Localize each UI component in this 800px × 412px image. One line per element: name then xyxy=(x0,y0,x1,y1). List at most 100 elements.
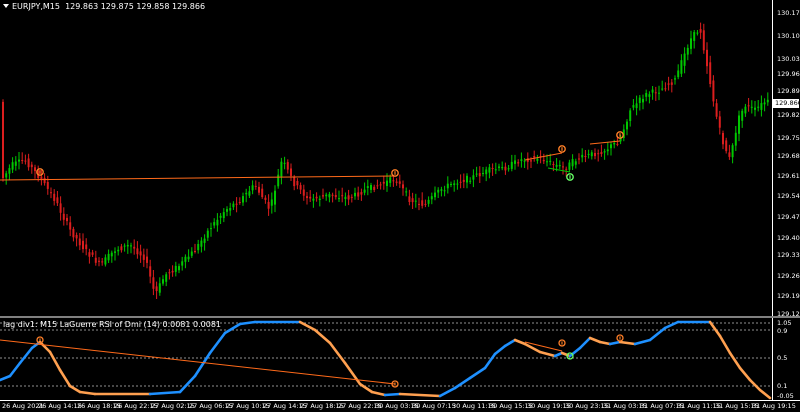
candle-body xyxy=(235,203,238,205)
chart-ohlc: 129.863 129.875 129.858 129.866 xyxy=(65,2,206,11)
candle-body xyxy=(661,88,664,90)
price-chart-pane[interactable]: EURJPY,M15 129.863 129.875 129.858 129.8… xyxy=(0,0,772,316)
candle-body xyxy=(373,186,376,190)
indicator-axis[interactable]: 1.05 0.9 0.5 0.1 -0.05 xyxy=(772,318,800,400)
candle-body xyxy=(466,175,468,183)
candle-body xyxy=(558,165,561,167)
candle-body xyxy=(75,235,78,239)
rsi-segment xyxy=(313,328,332,345)
candle-body xyxy=(53,193,56,201)
candle-body xyxy=(750,106,753,108)
indicator-pane[interactable]: lag div1: M15 LaGuerre RSI of Dmi (14) 0… xyxy=(0,318,772,400)
candle-body xyxy=(648,94,651,97)
candle-body xyxy=(482,173,484,174)
rsi-segment xyxy=(193,351,212,378)
candle-body xyxy=(219,215,222,218)
candle-body xyxy=(27,158,30,168)
candle-body xyxy=(14,161,17,166)
candle-body xyxy=(763,102,766,105)
candle-body xyxy=(555,164,558,167)
candle-body xyxy=(8,168,11,174)
candle-body xyxy=(597,153,600,155)
candle-body xyxy=(5,173,8,178)
candle-body xyxy=(414,200,417,202)
candle-body xyxy=(341,195,344,197)
candle-body xyxy=(315,196,318,199)
price-level: 129.475 xyxy=(777,213,800,221)
price-level: 130.105 xyxy=(777,32,800,40)
candlestick-chart[interactable] xyxy=(0,0,772,316)
candle-body xyxy=(437,189,440,193)
candle-body xyxy=(741,110,744,121)
candle-body xyxy=(251,185,254,191)
candle-body xyxy=(616,143,619,145)
candle-body xyxy=(126,245,129,247)
rsi-segment xyxy=(328,341,347,365)
rsi-segment xyxy=(0,374,12,382)
price-level: 130.035 xyxy=(777,55,800,63)
laguerre-rsi-chart[interactable] xyxy=(0,318,772,400)
candle-body xyxy=(347,195,350,200)
candle-body xyxy=(587,153,590,155)
candle-body xyxy=(386,180,388,186)
candle-body xyxy=(430,196,433,200)
candle-body xyxy=(242,196,244,203)
rsi-segment xyxy=(468,366,487,380)
candle-body xyxy=(638,97,641,103)
candle-body xyxy=(357,192,360,197)
candle-body xyxy=(405,191,408,193)
candle-body xyxy=(395,181,398,183)
rsi-segment xyxy=(728,351,742,370)
rsi-segment xyxy=(38,340,52,354)
rsi-segment xyxy=(178,374,197,394)
candle-body xyxy=(571,159,574,167)
candle-body xyxy=(462,179,465,182)
candle-body xyxy=(82,240,84,250)
dropdown-triangle-icon[interactable] xyxy=(3,4,9,8)
candle-body xyxy=(434,192,436,198)
candle-body xyxy=(133,246,136,249)
candle-body xyxy=(206,230,209,238)
rsi-segment xyxy=(493,344,507,356)
candle-body xyxy=(459,181,462,183)
candle-body xyxy=(178,266,180,271)
candle-body xyxy=(216,219,219,226)
candle-body xyxy=(760,103,763,110)
candle-body xyxy=(408,196,411,202)
candle-body xyxy=(562,166,564,168)
candle-body xyxy=(530,160,532,162)
candle-body xyxy=(149,266,152,277)
candle-body xyxy=(296,181,299,186)
candle-body xyxy=(670,82,673,85)
candle-body xyxy=(146,256,148,263)
current-price-tag: 129.866 xyxy=(773,99,800,108)
candle-body xyxy=(722,133,724,145)
rsi-segment xyxy=(370,390,387,397)
candle-body xyxy=(642,98,644,103)
rsi-segment xyxy=(238,320,257,326)
candle-body xyxy=(494,169,497,171)
candle-body xyxy=(382,181,385,184)
candle-body xyxy=(46,182,49,189)
candle-body xyxy=(658,92,660,94)
candle-body xyxy=(606,149,609,152)
candle-body xyxy=(293,177,296,187)
candle-body xyxy=(181,261,184,266)
price-level: 129.545 xyxy=(777,192,800,200)
candle-body xyxy=(248,191,251,196)
rsi-segment xyxy=(633,338,652,346)
candle-body xyxy=(581,154,584,158)
candle-body xyxy=(514,160,516,164)
candle-body xyxy=(168,272,171,274)
candle-body xyxy=(59,203,62,213)
rsi-segment xyxy=(68,384,82,394)
price-axis[interactable]: 130.175 130.105 130.035 129.965 129.895 … xyxy=(772,0,800,318)
candle-body xyxy=(450,184,452,185)
candle-body xyxy=(411,198,414,203)
candle-body xyxy=(389,177,392,183)
time-axis[interactable]: 26 Aug 2021 26 Aug 14:15 26 Aug 18:15 26… xyxy=(0,400,800,412)
chart-symbol: EURJPY,M15 xyxy=(12,2,60,11)
rsi-segment xyxy=(208,331,227,355)
rsi-segment xyxy=(618,340,637,346)
indicator-level: 0.1 xyxy=(777,382,788,390)
